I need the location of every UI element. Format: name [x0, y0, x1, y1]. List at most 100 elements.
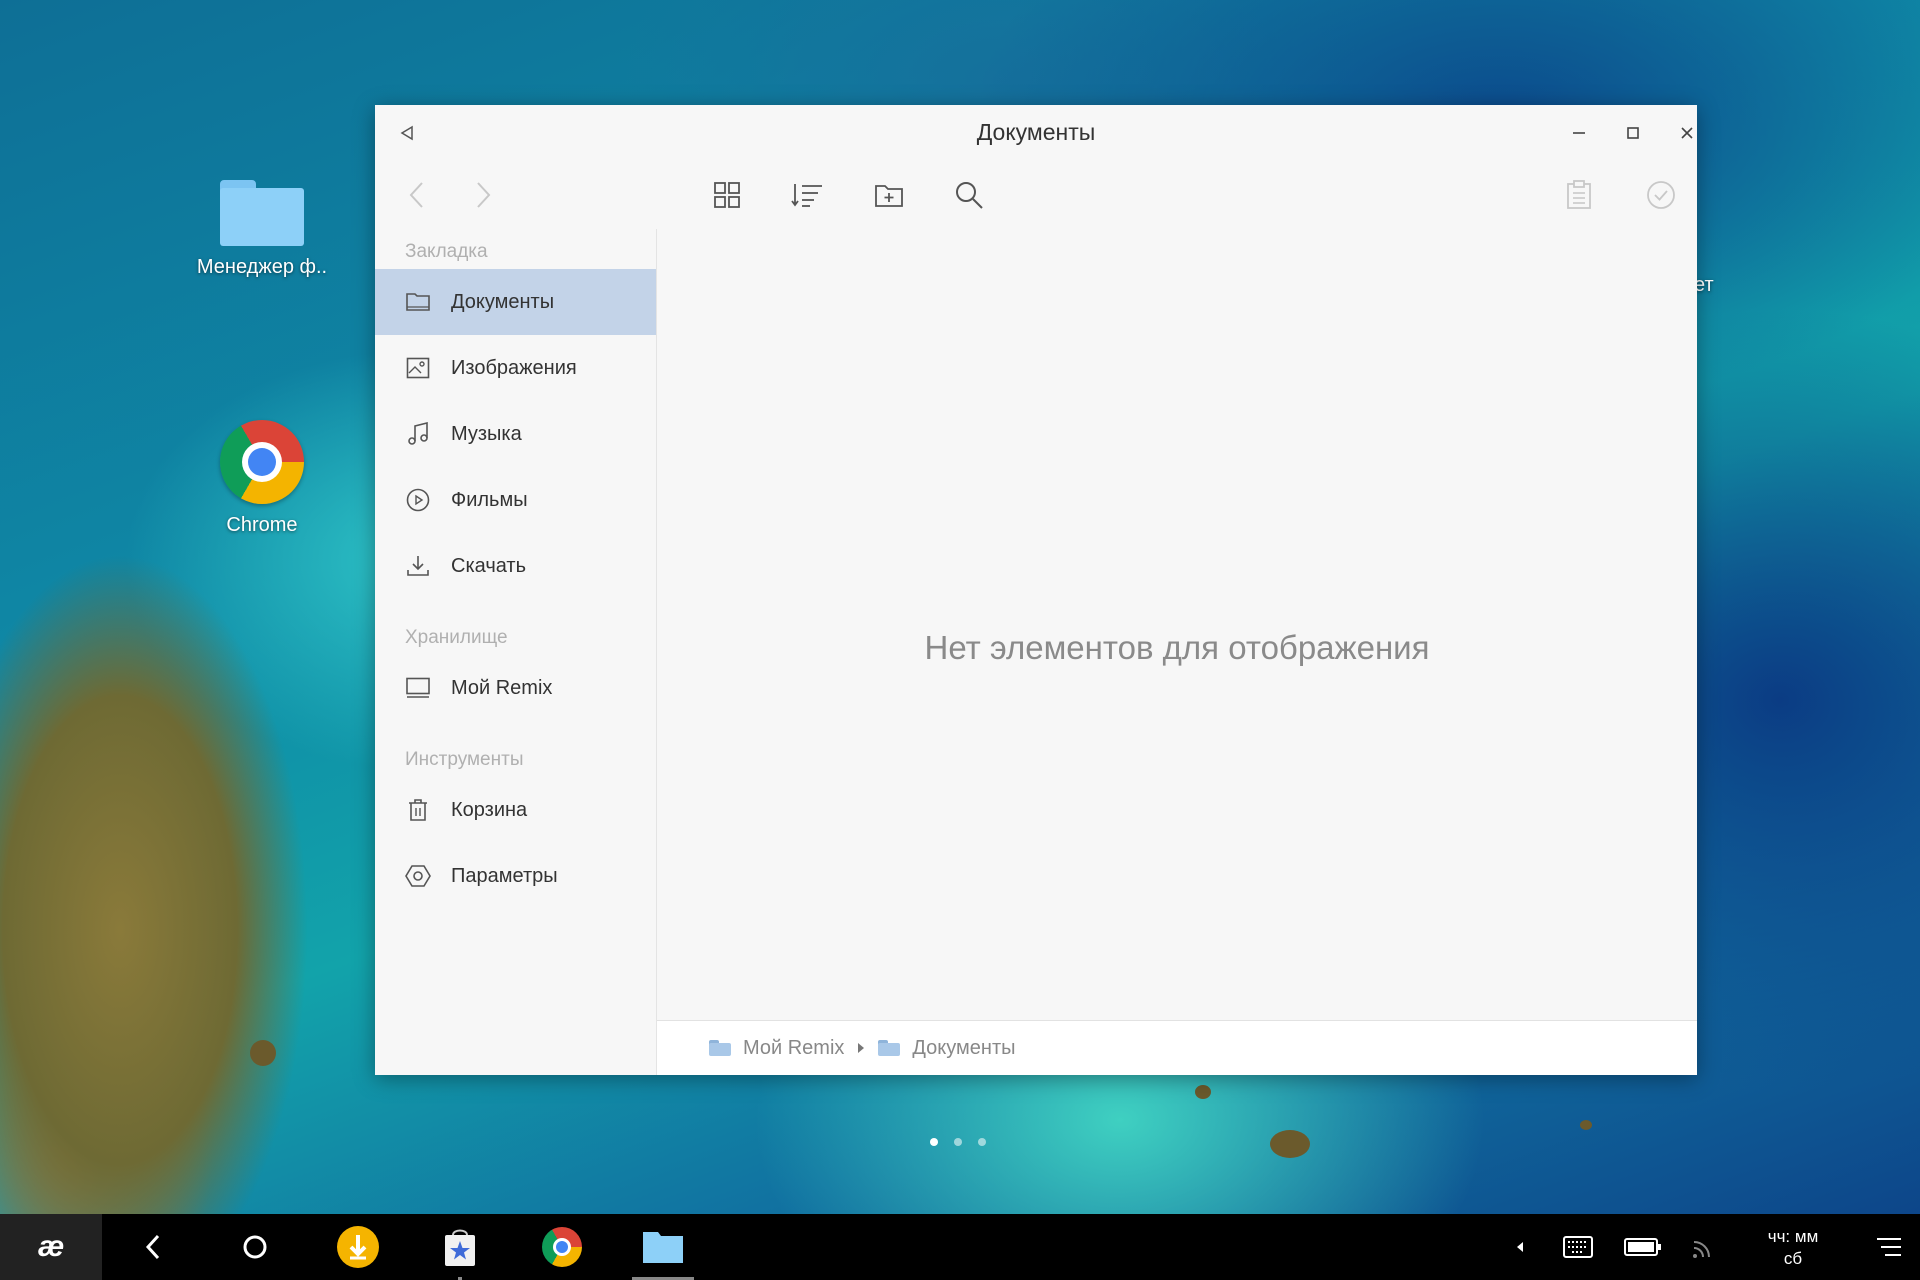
- chrome-icon: [542, 1227, 582, 1267]
- store-icon: [445, 1229, 475, 1266]
- desktop-icon-label: Менеджер ф..: [196, 256, 328, 278]
- sidebar-header-bookmarks: Закладка: [405, 241, 488, 262]
- page-dot[interactable]: [978, 1138, 986, 1146]
- sidebar-item-my-remix[interactable]: Мой Remix: [375, 655, 656, 721]
- sidebar-header-tools: Инструменты: [405, 749, 524, 770]
- taskbar: æ чч: мм сб: [0, 1214, 1920, 1280]
- close-icon: [1681, 127, 1693, 139]
- select-button[interactable]: [1641, 175, 1681, 215]
- island: [1270, 1130, 1310, 1158]
- settings-icon: [405, 863, 431, 889]
- sidebar: Закладка Документы Изображения Музыка Фи…: [375, 229, 657, 1075]
- grid-view-button[interactable]: [707, 175, 747, 215]
- grid-view-icon: [714, 182, 740, 208]
- breadcrumb-label: Мой Remix: [743, 1036, 845, 1059]
- sidebar-item-movies[interactable]: Фильмы: [375, 467, 656, 533]
- battery-icon: [1624, 1238, 1661, 1256]
- sort-button[interactable]: [787, 175, 827, 215]
- tray-keyboard[interactable]: [1556, 1214, 1600, 1280]
- breadcrumb: Мой Remix Документы: [657, 1020, 1697, 1075]
- window-titlebar[interactable]: Документы: [375, 105, 1697, 161]
- start-button[interactable]: æ: [0, 1214, 102, 1280]
- chrome-icon: [220, 420, 304, 504]
- sidebar-item-music[interactable]: Музыка: [375, 401, 656, 467]
- clipboard-icon: [1567, 180, 1591, 209]
- tray-battery[interactable]: [1620, 1214, 1666, 1280]
- sidebar-item-label: Документы: [451, 290, 555, 313]
- toolbar: [375, 161, 1697, 230]
- close-button[interactable]: [1669, 115, 1705, 151]
- trash-icon: [405, 797, 431, 823]
- file-list-area[interactable]: Нет элементов для отображения: [657, 229, 1697, 1020]
- music-icon: [405, 421, 431, 447]
- sidebar-item-label: Корзина: [451, 798, 528, 821]
- back-icon: [409, 182, 423, 208]
- minimize-button[interactable]: [1561, 115, 1597, 151]
- sidebar-item-downloads[interactable]: Скачать: [375, 533, 656, 599]
- nav-back-button[interactable]: [118, 1214, 188, 1280]
- file-manager-window: Документы Закладка Документы Изображения…: [375, 105, 1697, 1075]
- island: [1195, 1085, 1211, 1099]
- taskbar-clock[interactable]: чч: мм сб: [1750, 1226, 1836, 1270]
- sort-icon: [791, 184, 822, 207]
- nav-home-button[interactable]: [220, 1214, 290, 1280]
- breadcrumb-item-my-remix[interactable]: Мой Remix: [709, 1037, 844, 1060]
- taskbar-app-store[interactable]: [424, 1214, 496, 1280]
- remix-logo-icon: æ: [37, 1230, 65, 1263]
- taskbar-app-chrome[interactable]: [526, 1214, 598, 1280]
- download-icon: [405, 553, 431, 579]
- forward-button[interactable]: [463, 175, 503, 215]
- sidebar-item-documents[interactable]: Документы: [375, 269, 656, 335]
- sidebar-item-label: Параметры: [451, 864, 558, 887]
- folder-icon: [405, 289, 431, 315]
- new-folder-button[interactable]: [869, 175, 909, 215]
- folder-icon: [220, 180, 304, 246]
- page-dot[interactable]: [954, 1138, 962, 1146]
- keyboard-icon: [1563, 1236, 1593, 1258]
- tray-wifi[interactable]: [1686, 1214, 1722, 1280]
- download-app-icon: [337, 1226, 379, 1268]
- notifications-icon: [1877, 1238, 1901, 1256]
- desktop-icon-file-manager[interactable]: Менеджер ф..: [182, 180, 342, 279]
- image-icon: [405, 355, 431, 381]
- search-button[interactable]: [949, 175, 989, 215]
- back-icon: [145, 1234, 160, 1260]
- play-icon: [405, 487, 431, 513]
- tray-expand-button[interactable]: [1504, 1214, 1536, 1280]
- breadcrumb-separator-icon: [858, 1043, 865, 1053]
- home-icon: [243, 1235, 267, 1259]
- search-icon: [956, 182, 983, 209]
- sidebar-item-label: Музыка: [451, 422, 522, 445]
- taskbar-app-file-manager[interactable]: [632, 1214, 694, 1280]
- wifi-icon: [1693, 1241, 1710, 1258]
- maximize-icon: [1627, 127, 1639, 139]
- sidebar-item-label: Мой Remix: [451, 676, 553, 699]
- maximize-button[interactable]: [1615, 115, 1651, 151]
- breadcrumb-item-documents[interactable]: Документы: [878, 1037, 1016, 1060]
- window-title: Документы: [976, 119, 1096, 145]
- page-dot[interactable]: [930, 1138, 938, 1146]
- sidebar-item-label: Скачать: [451, 554, 526, 577]
- sidebar-item-trash[interactable]: Корзина: [375, 777, 656, 843]
- monitor-icon: [405, 675, 431, 701]
- sidebar-item-label: Фильмы: [451, 488, 528, 511]
- back-button[interactable]: [397, 175, 437, 215]
- forward-icon: [477, 182, 491, 208]
- taskbar-app-downloader[interactable]: [322, 1214, 394, 1280]
- minimize-icon: [1573, 132, 1585, 134]
- sidebar-item-label: Изображения: [451, 356, 577, 379]
- select-all-icon: [1647, 181, 1675, 209]
- empty-state-message: Нет элементов для отображения: [924, 629, 1430, 666]
- sidebar-item-images[interactable]: Изображения: [375, 335, 656, 401]
- notifications-button[interactable]: [1864, 1214, 1914, 1280]
- paste-button[interactable]: [1559, 175, 1599, 215]
- sidebar-item-settings[interactable]: Параметры: [375, 843, 656, 909]
- tray-expand-icon: [1517, 1242, 1523, 1252]
- folder-icon: [878, 1040, 901, 1056]
- folder-icon: [709, 1040, 731, 1056]
- island: [1580, 1120, 1592, 1130]
- sidebar-header-storage: Хранилище: [405, 627, 508, 648]
- desktop-icon-chrome[interactable]: Chrome: [182, 420, 342, 537]
- file-manager-icon: [643, 1232, 683, 1263]
- clock-day: сб: [1783, 1249, 1803, 1268]
